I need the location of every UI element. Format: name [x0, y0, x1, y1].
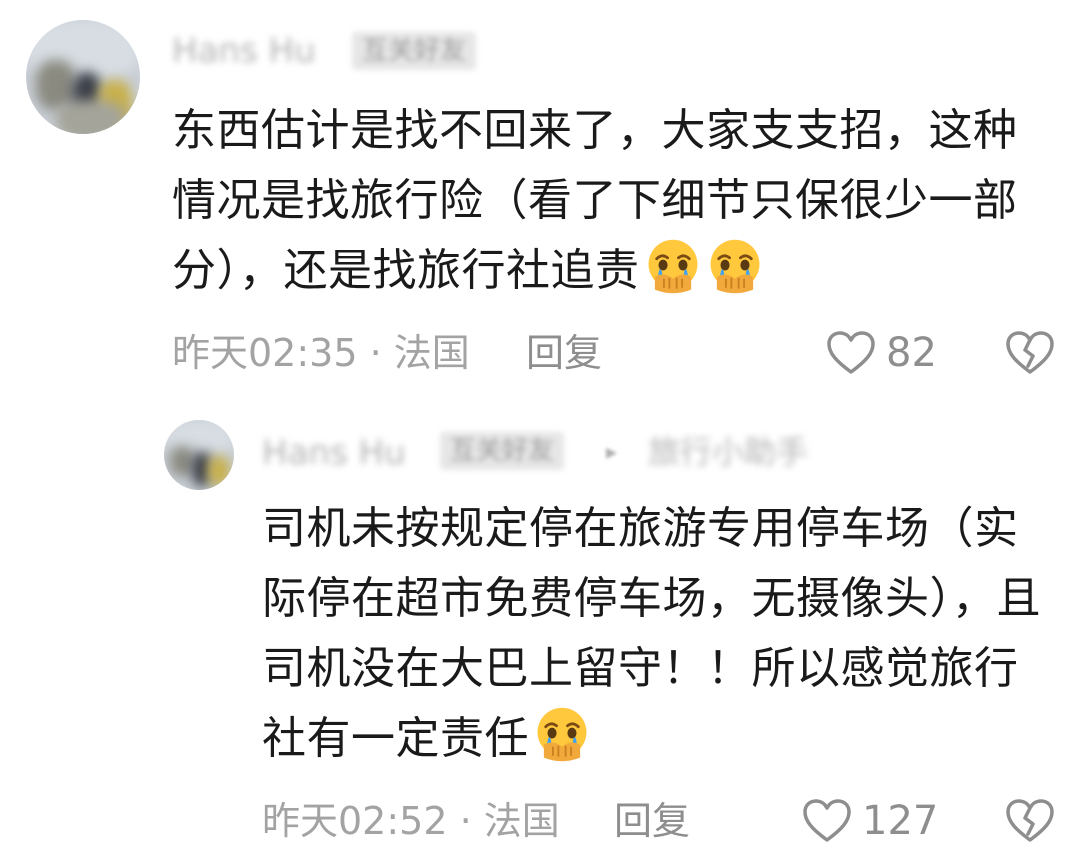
user-tag: 互关好友: [352, 32, 477, 70]
user-tag: 互关好友: [440, 432, 565, 470]
comment-text: 司机未按规定停在旅游专用停车场（实际停在超市免费停车场，无摄像头），且司机没在大…: [262, 494, 1052, 774]
heart-outline-icon: [803, 799, 851, 842]
heart-outline-icon: [827, 331, 875, 374]
avatar[interactable]: [26, 20, 140, 134]
username[interactable]: Hans Hu: [172, 34, 316, 68]
reply-arrow-icon: ▸: [606, 440, 618, 465]
like-count: 127: [862, 798, 939, 844]
reply-target-username[interactable]: 旅行小助手: [648, 436, 808, 468]
comment-text-content: 东西估计是找不回来了，大家支支招，这种情况是找旅行险（看了下细节只保很少一部分）…: [172, 105, 1018, 296]
username[interactable]: Hans Hu: [262, 436, 406, 470]
crying-emoji-icon: [710, 239, 759, 294]
like-count: 82: [886, 330, 937, 376]
broken-heart-icon[interactable]: [1004, 330, 1056, 376]
broken-heart-icon[interactable]: [1004, 798, 1056, 844]
comment-text-content: 司机未按规定停在旅游专用停车场（实际停在超市免费停车场，无摄像头），且司机没在大…: [262, 503, 1041, 764]
like-button[interactable]: 82: [826, 330, 937, 376]
reply-button[interactable]: 回复: [614, 802, 690, 840]
like-button[interactable]: 127: [802, 798, 938, 844]
comment-thread: Hans Hu 互关好友 东西估计是找不回来了，大家支支招，这种情况是找旅行险（…: [0, 0, 1080, 860]
crying-emoji-icon: [648, 239, 697, 294]
comment-meta: 昨天02:35 · 法国: [172, 331, 470, 375]
comment-meta: 昨天02:52 · 法国: [262, 799, 560, 843]
reply-button[interactable]: 回复: [526, 334, 602, 372]
crying-emoji-icon: [537, 707, 587, 762]
avatar[interactable]: [164, 420, 234, 490]
comment-text: 东西估计是找不回来了，大家支支招，这种情况是找旅行险（看了下细节只保很少一部分）…: [172, 96, 1052, 306]
